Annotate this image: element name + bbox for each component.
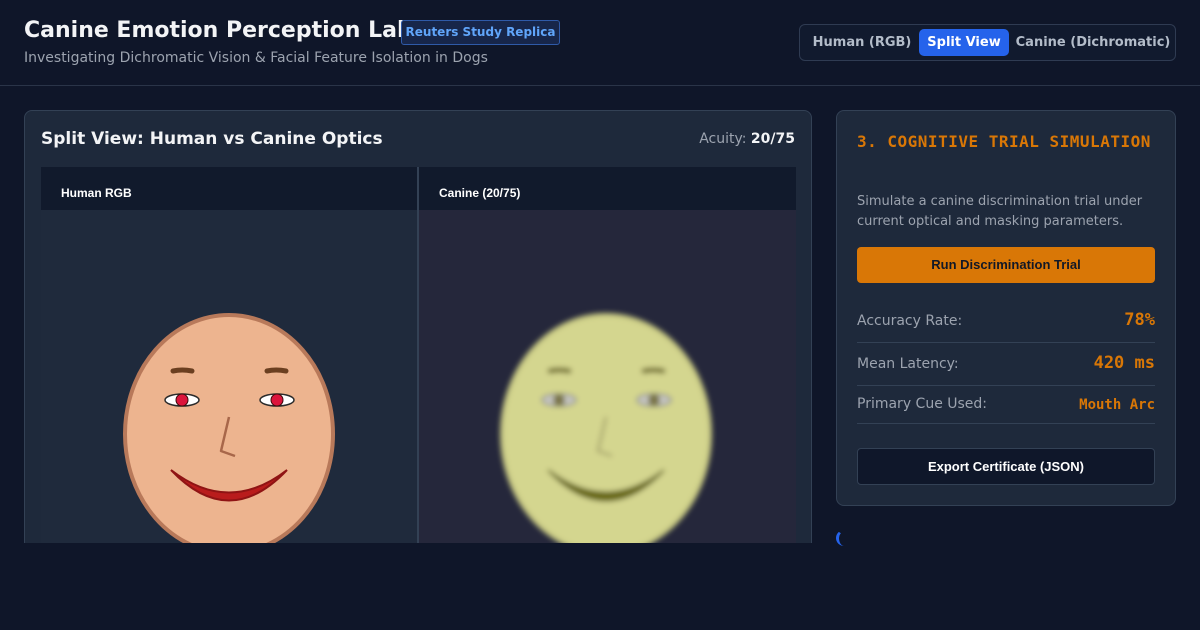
stat-accuracy-value: 78%	[1124, 310, 1155, 330]
toggle-split-view[interactable]: Split View	[919, 29, 1009, 56]
canine-face-image	[500, 313, 712, 554]
canine-face-outline	[500, 313, 712, 554]
acuity-label: Acuity:	[699, 131, 747, 147]
stat-cue-label: Primary Cue Used:	[857, 396, 988, 412]
canine-right-iris	[648, 394, 660, 406]
app-title: Canine Emotion Perception Lab	[24, 18, 413, 43]
trial-heading: 3. COGNITIVE TRIAL SIMULATION	[857, 132, 1151, 151]
optics-viewer-card: Split View: Human vs Canine Optics Acuit…	[24, 110, 812, 555]
toggle-human-rgb[interactable]: Human (RGB)	[804, 29, 920, 56]
canine-left-eyebrow	[547, 367, 572, 374]
toggle-canine-dichromatic[interactable]: Canine (Dichromatic)	[1013, 29, 1173, 56]
human-left-eyebrow	[170, 367, 195, 374]
trial-description: Simulate a canine discrimination trial u…	[857, 194, 1143, 229]
app-header: Canine Emotion Perception Lab Reuters St…	[0, 0, 1200, 86]
app-subtitle: Investigating Dichromatic Vision & Facia…	[24, 50, 488, 66]
canine-dichromatic-pane: Canine (20/75)	[419, 167, 796, 554]
stat-accuracy-label: Accuracy Rate:	[857, 313, 963, 329]
human-rgb-pane: Human RGB	[41, 167, 417, 554]
stat-latency-label: Mean Latency:	[857, 356, 959, 372]
viewer-title: Split View: Human vs Canine Optics	[41, 129, 383, 149]
acuity-value: 20/75	[750, 131, 795, 147]
study-badge: Reuters Study Replica	[401, 20, 560, 45]
human-face-image	[123, 313, 335, 554]
split-view-panes: Human RGB Canine (20/75)	[41, 167, 796, 554]
cognitive-trial-card: 3. COGNITIVE TRIAL SIMULATION Simulate a…	[836, 110, 1176, 506]
stat-latency-row: Mean Latency: 420 ms	[857, 343, 1155, 386]
stat-cue-value: Mouth Arc	[1079, 397, 1155, 413]
human-right-eyebrow	[264, 367, 289, 374]
stat-cue-row: Primary Cue Used: Mouth Arc	[857, 386, 1155, 424]
stat-accuracy-row: Accuracy Rate: 78%	[857, 301, 1155, 343]
export-certificate-button[interactable]: Export Certificate (JSON)	[857, 448, 1155, 485]
loading-spinner-icon	[836, 530, 852, 546]
canine-right-eyebrow	[641, 367, 666, 374]
stat-latency-value: 420 ms	[1093, 353, 1155, 373]
view-mode-toggle: Human (RGB) Split View Canine (Dichromat…	[799, 24, 1176, 61]
page-bottom-area	[0, 543, 1200, 630]
run-trial-button[interactable]: Run Discrimination Trial	[857, 247, 1155, 283]
human-face-outline	[123, 313, 335, 554]
acuity-readout: Acuity: 20/75	[699, 131, 795, 147]
human-right-iris	[270, 393, 284, 407]
human-left-iris	[175, 393, 189, 407]
canine-left-iris	[553, 394, 565, 406]
